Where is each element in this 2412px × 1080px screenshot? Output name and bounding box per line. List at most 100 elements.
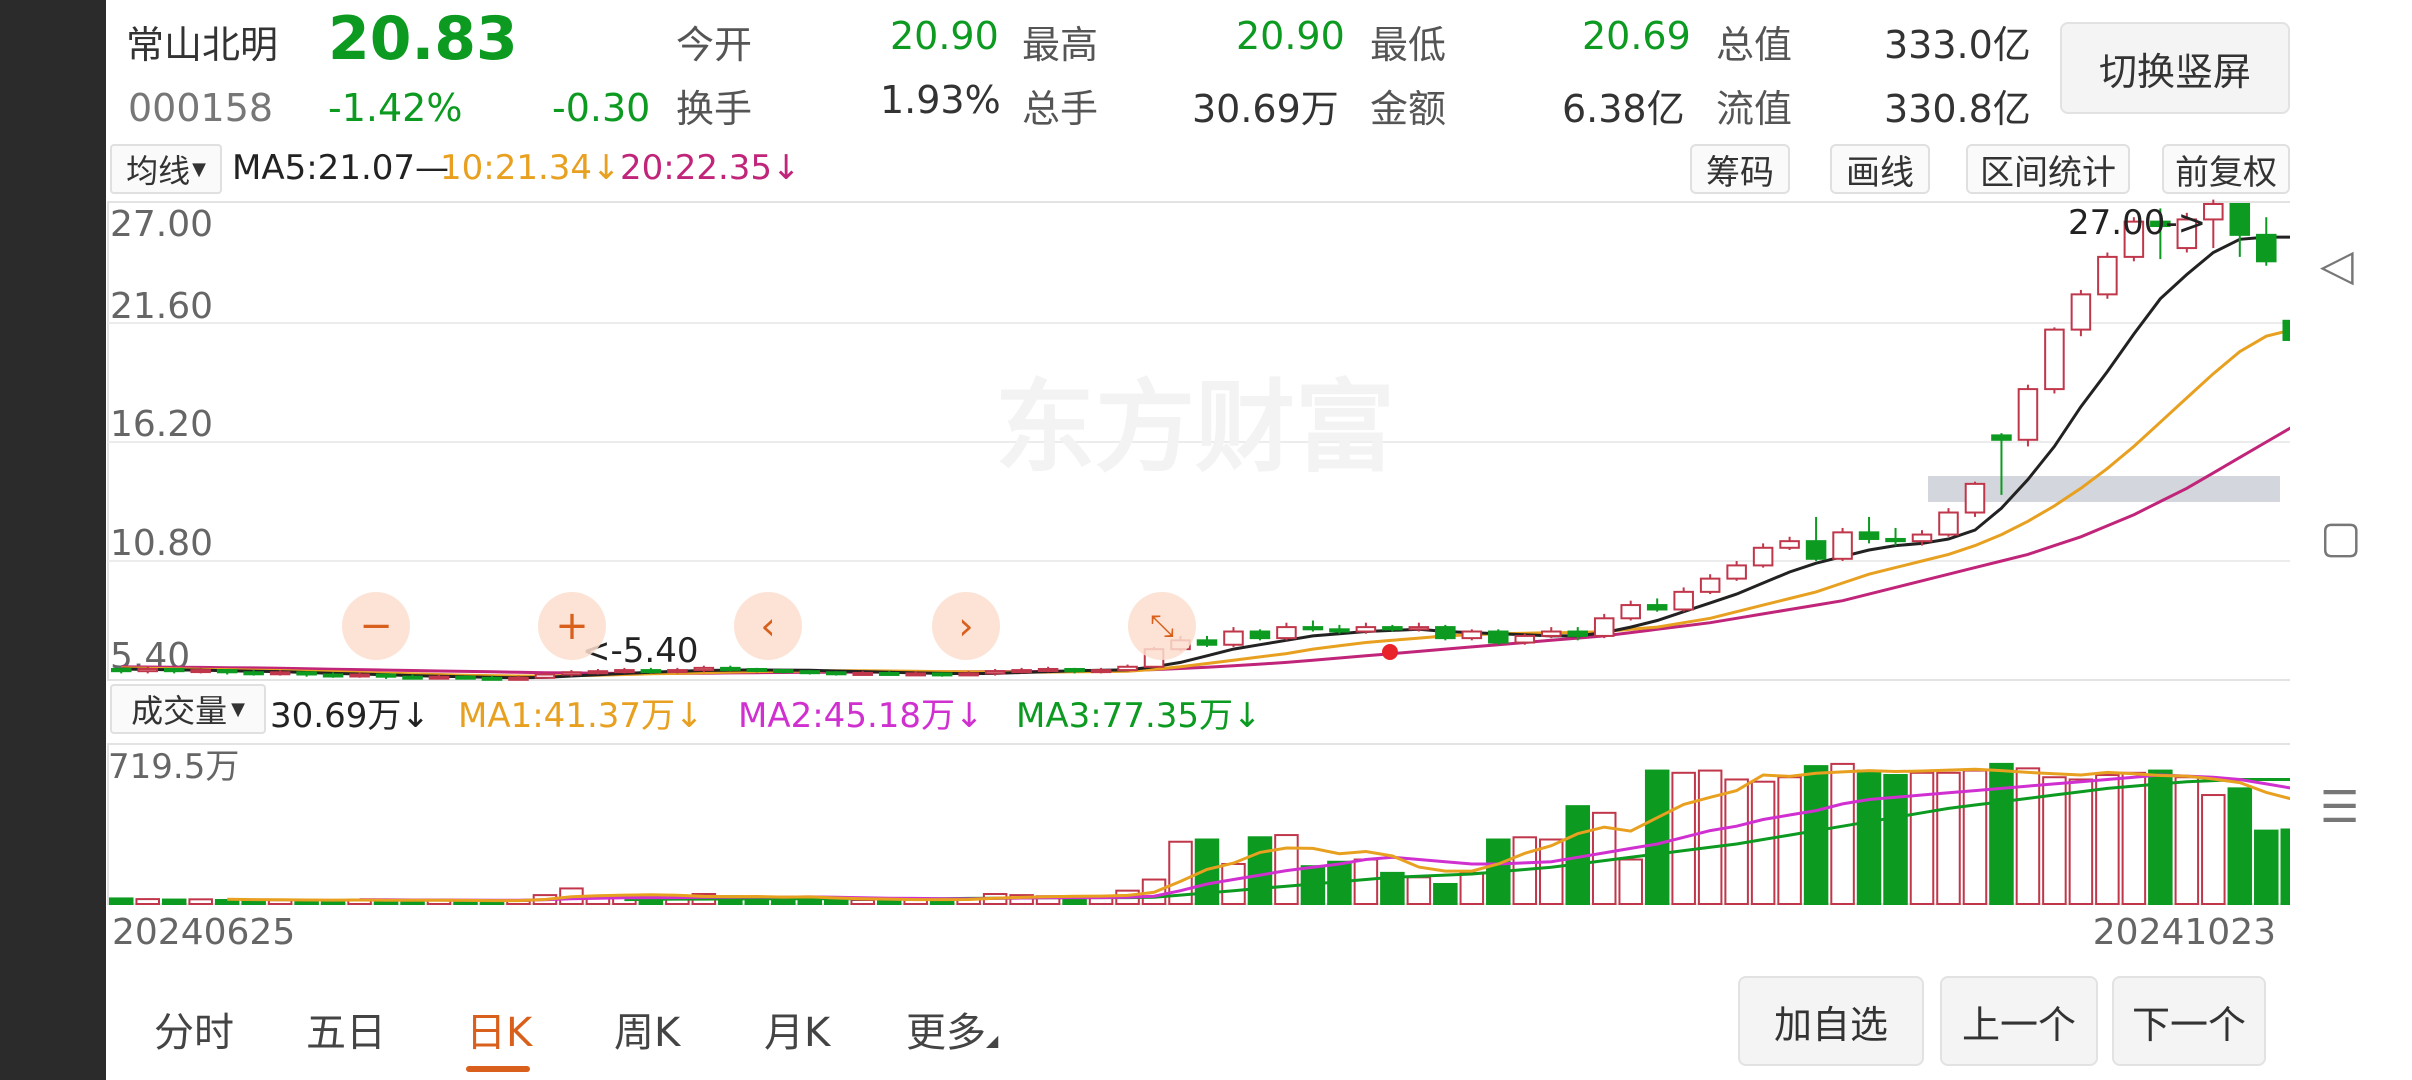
candle-body-48 [1382,626,1403,631]
candle-body-13 [455,675,476,680]
volume-bar-57 [1618,858,1643,905]
volume-bar-63 [1777,776,1802,905]
tab-monthly-k[interactable]: 月K [764,1000,830,1058]
candle-body-34 [1011,669,1032,674]
volume-bar-67 [1883,774,1908,905]
candle-body-46 [1329,628,1350,633]
volume-bar-74 [2068,778,2094,905]
pan-left-button[interactable]: ‹ [734,592,802,660]
volume-max-label: 719.5万 [108,747,239,787]
candle-body-68 [1911,533,1933,543]
candle-body-12 [428,675,450,680]
candle-body-72 [2017,388,2039,441]
candle-body-33 [984,670,1006,675]
volume-bar-72 [2015,767,2041,905]
volume-bar-79 [2201,794,2226,906]
collapse-button[interactable]: ⤡ [1128,592,1196,660]
volume-bar-76 [2121,771,2147,906]
tab-intraday[interactable]: 分时 [154,1000,234,1058]
chevron-left-icon: ‹ [760,604,776,648]
candle-body-9 [349,673,370,678]
candle-body-38 [1117,665,1138,672]
volume-bar-49 [1406,876,1432,906]
candle-body-0 [110,667,132,673]
volume-bar-68 [1909,771,1935,906]
candle-body-36 [1064,667,1085,673]
volume-bar-75 [2095,774,2120,905]
price-axis-labels: 27.00 21.60 16.20 10.80 5.40 [110,204,213,677]
volume-bar-47 [1353,858,1379,905]
home-icon[interactable]: ▢ [2320,512,2362,563]
price-tick-1: 21.60 [110,286,213,327]
zoom-out-button[interactable]: − [342,592,410,660]
candle-body-70 [1964,482,1986,514]
kline-chart[interactable]: 东方财富 27.00 21.60 16.20 10.80 5.40 27.00-… [0,0,2412,1080]
candle-body-11 [402,675,423,680]
candle-body-79 [2203,203,2224,221]
volume-selector[interactable]: 成交量 ▼ [110,684,266,734]
price-tick-3: 10.80 [110,523,213,564]
volume-selector-label: 成交量 [131,692,228,730]
volume-bar-42 [1221,862,1246,906]
event-marker [1382,644,1398,660]
volume-bar-78 [2174,776,2200,905]
plus-icon: + [555,603,589,649]
candle-body-8 [322,673,344,678]
candle-body-51 [1461,630,1483,640]
chevron-right-icon: › [958,604,974,648]
tab-more[interactable]: 更多◢ [906,1000,998,1058]
candle-body-45 [1302,626,1324,631]
candle-body-2 [163,667,185,673]
candle-body-10 [375,673,397,678]
candle-body-15 [508,676,529,681]
tab-daily-k[interactable]: 日K [466,1000,532,1058]
recent-apps-icon[interactable]: ☰ [2320,782,2359,833]
candle-body-58 [1646,604,1668,611]
add-watchlist-button[interactable]: 加自选 [1738,976,1924,1066]
volume-bar-80 [2227,787,2253,905]
collapse-icon: ⤡ [1150,608,1174,644]
volume-bar-1 [135,898,160,906]
candle-body-53 [1514,634,1536,644]
dropdown-arrow-icon: ▼ [231,698,245,720]
max-price-label: 27.00-> [2068,203,2206,243]
candle-body-60 [1699,577,1721,593]
candle-body-49 [1408,626,1430,631]
candle-body-47 [1355,626,1377,633]
candle-body-54 [1540,630,1562,637]
tab-five-day[interactable]: 五日 [306,1000,386,1058]
volume-ma1-legend: MA1:41.37万↓ [458,696,704,736]
candle-body-66 [1858,531,1880,540]
candle-body-31 [931,672,953,677]
date-end: 20241023 [2093,912,2276,953]
candle-body-42 [1223,630,1244,646]
candle-body-24 [746,667,768,672]
volume-bar-28 [850,898,875,905]
volume-bar-43 [1247,836,1273,905]
candle-body-56 [1593,617,1615,637]
candle-body-67 [1885,537,1906,543]
previous-stock-button[interactable]: 上一个 [1940,976,2098,1066]
price-tick-2: 16.20 [110,404,213,445]
candle-body-41 [1196,639,1218,646]
candle-body-17 [561,671,582,676]
pan-right-button[interactable]: › [932,592,1000,660]
watermark: 东方财富 [995,369,1395,486]
volume-bar-77 [2148,769,2173,906]
candle-body-4 [216,669,238,674]
candle-body-44 [1276,626,1297,640]
candle-body-61 [1726,564,1747,580]
volume-legend-value: 30.69万↓ [270,696,430,736]
back-icon[interactable]: ◁ [2320,240,2354,291]
tab-weekly-k[interactable]: 周K [614,1000,680,1058]
volume-bar-0 [108,897,134,906]
candle-body-5 [243,671,264,676]
corner-triangle-icon: ◢ [986,1031,999,1050]
next-stock-button[interactable]: 下一个 [2112,976,2266,1066]
volume-bar-65 [1830,762,1855,905]
volume-bar-58 [1644,769,1670,906]
candle-body-52 [1488,630,1509,644]
candle-body-74 [2070,293,2092,331]
candle-body-81 [2256,233,2277,263]
zoom-in-button[interactable]: + [538,592,606,660]
